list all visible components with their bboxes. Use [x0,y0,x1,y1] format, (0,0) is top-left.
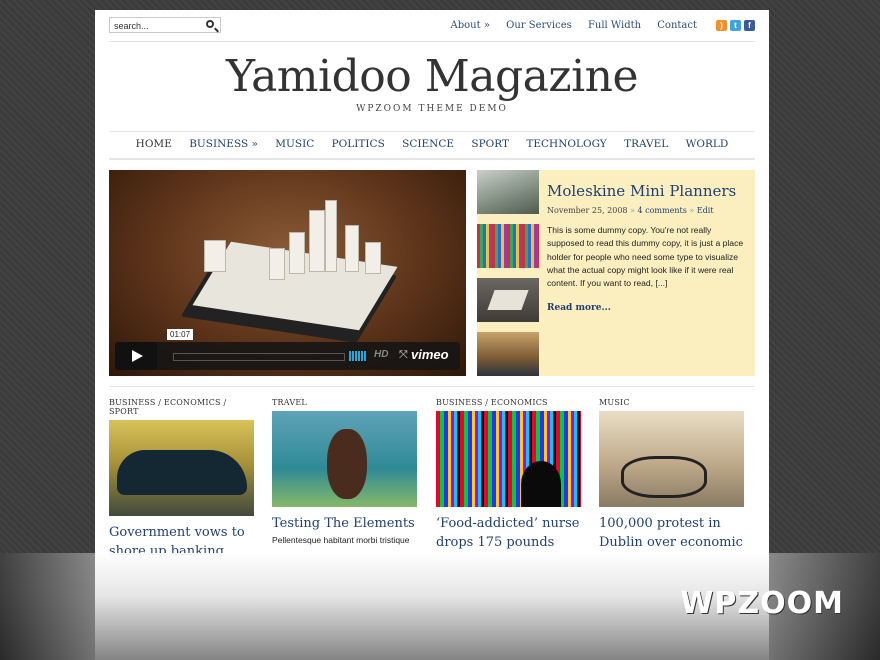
bottom-fade-left [0,553,95,660]
divider [109,131,755,132]
post-card: BUSINESS / ECONOMICS / SPORT Government … [109,398,255,561]
featured-post: Moleskine Mini Planners November 25, 200… [477,170,755,376]
search-input[interactable]: search... [109,17,221,33]
video-building [269,248,285,280]
nav-travel[interactable]: TRAVEL [624,138,668,150]
nav-technology[interactable]: TECHNOLOGY [526,138,606,150]
divider [109,386,755,387]
video-building [289,232,305,274]
twitter-icon[interactable]: t [730,20,741,31]
post-image[interactable] [272,411,417,507]
video-progress-bar[interactable] [173,353,345,361]
nav-world[interactable]: WORLD [686,138,729,150]
nav-business[interactable]: BUSINESS » [189,138,258,150]
post-category[interactable]: MUSIC [599,398,745,407]
top-nav-services[interactable]: Our Services [506,20,572,31]
post-category[interactable]: BUSINESS / ECONOMICS / SPORT [109,398,255,416]
search-placeholder: search... [114,21,149,31]
post-title[interactable]: Testing The Elements [272,514,418,533]
vimeo-logo[interactable]: vimeo [411,347,449,362]
featured-meta: November 25, 2008 » 4 comments » Edit [547,206,714,215]
divider [109,158,755,160]
featured-edit-link[interactable]: Edit [697,206,714,215]
featured-comments-link[interactable]: 4 comments [638,206,687,215]
post-card: TRAVEL Testing The Elements Pellentesque… [272,398,418,545]
nav-home[interactable]: HOME [136,138,172,150]
featured-date: November 25, 2008 [547,206,628,215]
facebook-icon[interactable]: f [744,20,755,31]
volume-icon[interactable] [349,351,366,361]
post-image[interactable] [599,411,744,507]
search-icon[interactable] [206,20,214,28]
featured-title[interactable]: Moleskine Mini Planners [547,182,736,200]
main-nav: HOME BUSINESS » MUSIC POLITICS SCIENCE S… [109,138,755,150]
video-building [365,242,381,274]
featured-excerpt: This is some dummy copy. You're not real… [547,225,744,289]
featured-thumb-4[interactable] [477,332,539,376]
video-building [204,240,226,272]
post-category[interactable]: TRAVEL [272,398,418,407]
hd-toggle[interactable]: HD [374,349,388,360]
post-card: BUSINESS / ECONOMICS ‘Food-addicted’ nur… [436,398,582,552]
video-building [309,210,325,272]
wpzoom-watermark: WPZOOM [680,586,844,621]
featured-thumb-3[interactable] [477,278,539,322]
top-nav-full-width[interactable]: Full Width [588,20,641,31]
social-links: ) t f [716,20,755,31]
post-category[interactable]: BUSINESS / ECONOMICS [436,398,582,407]
post-card: MUSIC 100,000 protest in Dublin over eco… [599,398,745,552]
rss-icon[interactable]: ) [716,20,727,31]
post-title[interactable]: 100,000 protest in Dublin over economic [599,514,745,552]
post-image[interactable] [109,420,254,516]
video-timecode: 01:07 [167,329,194,340]
top-nav: About » Our Services Full Width Contact [438,20,697,31]
video-building [325,200,337,272]
post-excerpt: Pellentesque habitant morbi tristique [272,535,410,545]
nav-science[interactable]: SCIENCE [402,138,454,150]
featured-thumb-1[interactable] [477,170,539,214]
featured-thumb-2[interactable] [477,224,539,268]
site-tagline: WPZOOM THEME DEMO [356,104,508,114]
site-title[interactable]: Yamidoo Magazine [95,51,769,102]
post-title[interactable]: ‘Food-addicted’ nurse drops 175 pounds [436,514,582,552]
divider [109,41,755,42]
nav-sport[interactable]: SPORT [471,138,509,150]
video-controls: 01:07 HD ⤧ vimeo [115,329,460,370]
play-button[interactable] [115,342,157,370]
post-image[interactable] [436,411,581,507]
nav-music[interactable]: MUSIC [275,138,314,150]
top-nav-about[interactable]: About » [451,20,490,31]
read-more-link[interactable]: Read more... [547,303,611,313]
fullscreen-icon[interactable]: ⤧ [399,348,408,362]
video-building [345,225,359,272]
featured-video[interactable]: 01:07 HD ⤧ vimeo [109,170,466,376]
nav-politics[interactable]: POLITICS [332,138,385,150]
top-nav-contact[interactable]: Contact [657,20,697,31]
